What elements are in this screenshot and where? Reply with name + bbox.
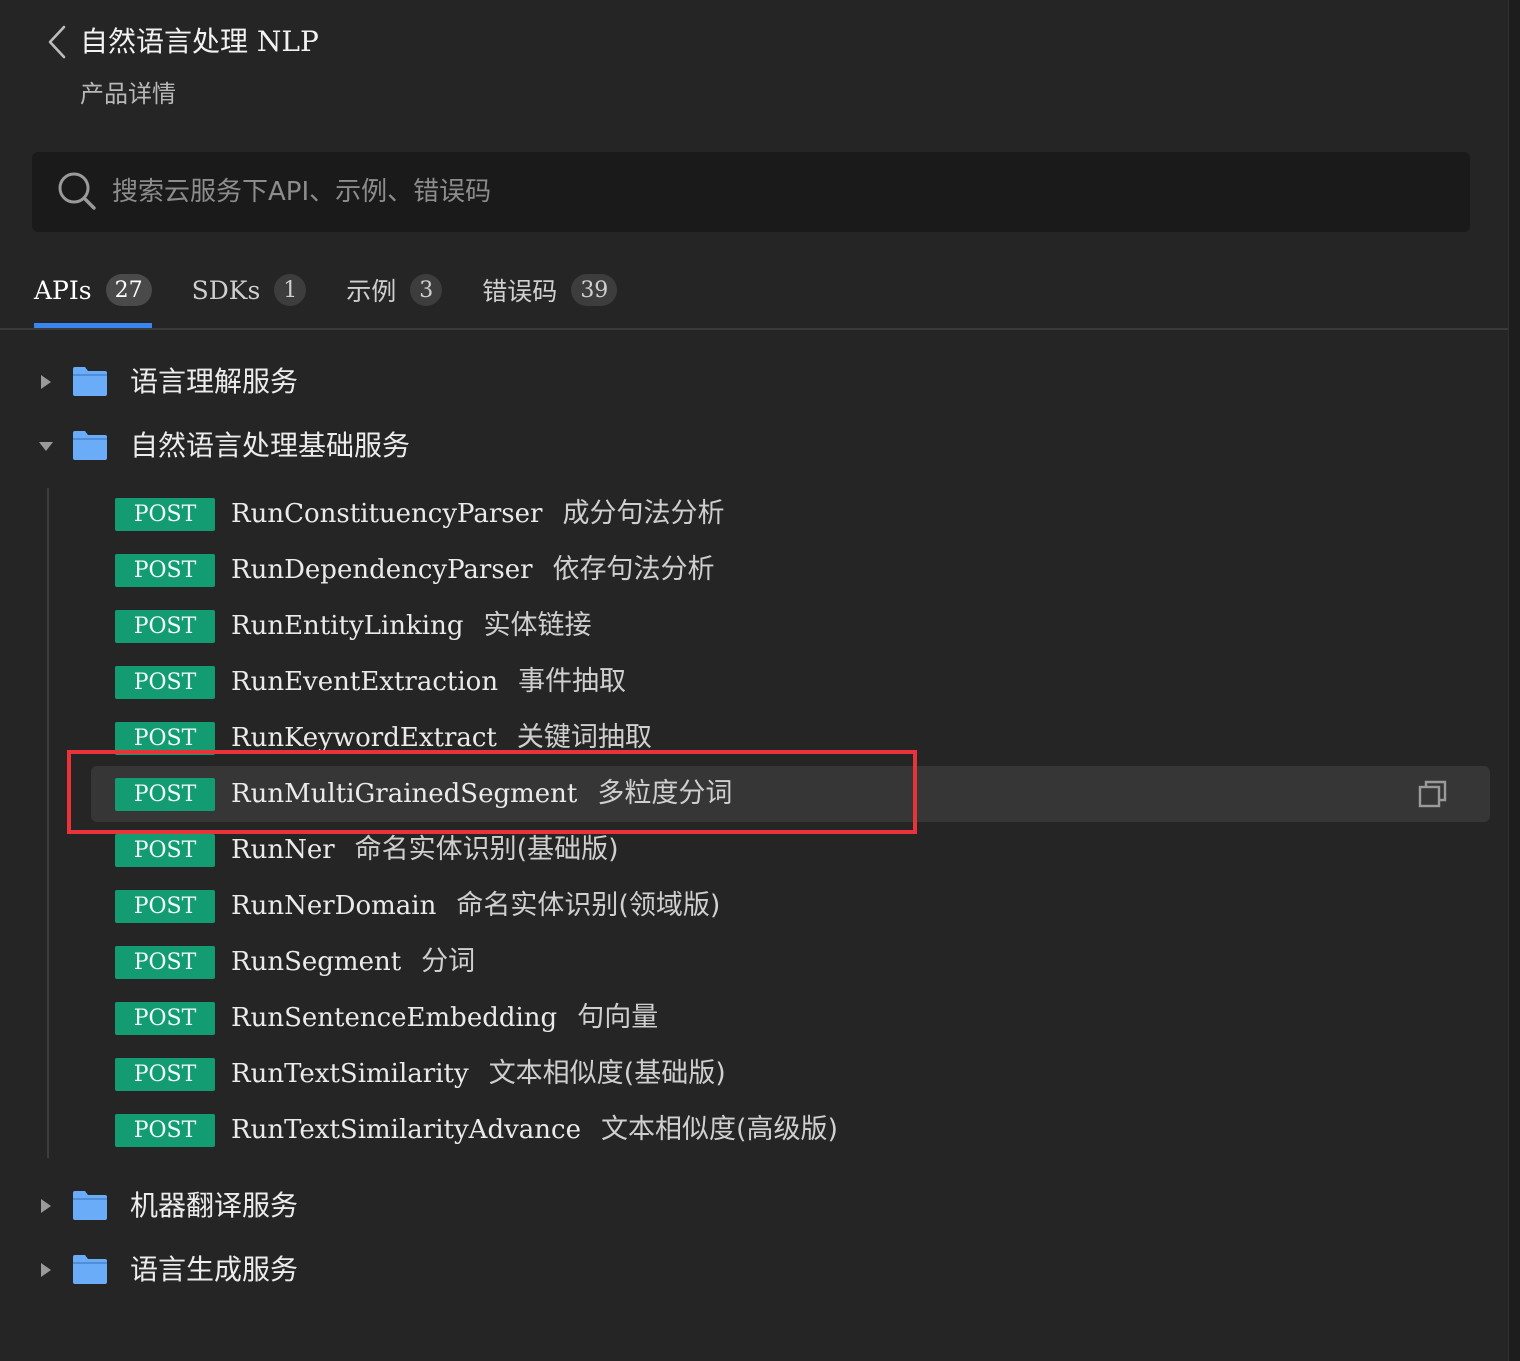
api-name: RunEntityLinking bbox=[231, 611, 464, 641]
search-bar bbox=[32, 152, 1470, 232]
api-item-run-sentence-embedding[interactable]: POST RunSentenceEmbedding 句向量 bbox=[91, 990, 1490, 1046]
method-badge: POST bbox=[115, 610, 215, 643]
api-description: 分词 bbox=[421, 946, 476, 977]
api-name: RunKeywordExtract bbox=[231, 723, 497, 753]
api-name: RunNerDomain bbox=[231, 891, 437, 921]
api-description: 句向量 bbox=[577, 1002, 659, 1033]
api-item-run-segment[interactable]: POST RunSegment 分词 bbox=[91, 934, 1490, 990]
tree-group-label: 语言理解服务 bbox=[130, 365, 299, 398]
page-subtitle: 产品详情 bbox=[80, 80, 176, 108]
api-description: 实体链接 bbox=[483, 610, 592, 641]
method-badge: POST bbox=[115, 834, 215, 867]
tree-group-label: 自然语言处理基础服务 bbox=[130, 429, 411, 462]
tree-group-language-understanding[interactable]: 语言理解服务 bbox=[0, 352, 1508, 412]
api-item-run-text-similarity-advance[interactable]: POST RunTextSimilarityAdvance 文本相似度(高级版) bbox=[91, 1102, 1490, 1158]
tree-group-label: 语言生成服务 bbox=[130, 1253, 299, 1286]
tab-error-codes[interactable]: 错误码 39 bbox=[482, 268, 618, 312]
tab-label: APIs bbox=[34, 275, 92, 305]
method-badge: POST bbox=[115, 666, 215, 699]
method-badge: POST bbox=[115, 554, 215, 587]
caret-down-icon[interactable] bbox=[36, 436, 56, 456]
api-name: RunSegment bbox=[231, 947, 402, 977]
api-name: RunTextSimilarity bbox=[231, 1059, 469, 1089]
back-button[interactable] bbox=[40, 22, 74, 62]
api-name: RunNer bbox=[231, 835, 335, 865]
tab-sdks[interactable]: SDKs 1 bbox=[192, 268, 307, 312]
tab-apis[interactable]: APIs 27 bbox=[34, 268, 152, 329]
search-input[interactable] bbox=[112, 152, 1442, 232]
api-item-run-text-similarity[interactable]: POST RunTextSimilarity 文本相似度(基础版) bbox=[91, 1046, 1490, 1102]
api-description: 文本相似度(基础版) bbox=[488, 1058, 726, 1089]
api-name: RunTextSimilarityAdvance bbox=[231, 1115, 581, 1145]
api-explorer-page: 自然语言处理 NLP 产品详情 APIs 27 SDKs 1 示例 3 错误码 … bbox=[0, 0, 1520, 1361]
api-name: RunMultiGrainedSegment bbox=[231, 779, 578, 809]
api-item-run-ner[interactable]: POST RunNer 命名实体识别(基础版) bbox=[91, 822, 1490, 878]
api-name: RunDependencyParser bbox=[231, 555, 533, 585]
folder-icon bbox=[73, 431, 107, 460]
tree-group-label: 机器翻译服务 bbox=[130, 1189, 299, 1222]
tab-label: 示例 bbox=[346, 277, 397, 306]
tab-bar: APIs 27 SDKs 1 示例 3 错误码 39 bbox=[34, 268, 657, 330]
tab-count-badge: 27 bbox=[105, 274, 152, 306]
method-badge: POST bbox=[115, 498, 215, 531]
api-item-run-multi-grained-segment[interactable]: POST RunMultiGrainedSegment 多粒度分词 bbox=[91, 766, 1490, 822]
method-badge: POST bbox=[115, 1002, 215, 1035]
tab-count-badge: 1 bbox=[274, 274, 307, 306]
api-description: 事件抽取 bbox=[518, 666, 627, 697]
page-title: 自然语言处理 NLP bbox=[80, 25, 319, 58]
tab-count-badge: 3 bbox=[410, 274, 443, 306]
method-badge: POST bbox=[115, 1114, 215, 1147]
api-description: 成分句法分析 bbox=[562, 498, 725, 529]
tree-indent-line bbox=[47, 488, 49, 1158]
method-badge: POST bbox=[115, 722, 215, 755]
api-item-run-event-extraction[interactable]: POST RunEventExtraction 事件抽取 bbox=[91, 654, 1490, 710]
api-item-run-keyword-extract[interactable]: POST RunKeywordExtract 关键词抽取 bbox=[91, 710, 1490, 766]
copy-icon[interactable] bbox=[1417, 778, 1449, 810]
method-badge: POST bbox=[115, 890, 215, 923]
tree-group-machine-translation[interactable]: 机器翻译服务 bbox=[0, 1176, 1508, 1236]
tree-group-language-generation[interactable]: 语言生成服务 bbox=[0, 1240, 1508, 1300]
api-item-run-ner-domain[interactable]: POST RunNerDomain 命名实体识别(领域版) bbox=[91, 878, 1490, 934]
tab-label: 错误码 bbox=[482, 277, 558, 306]
caret-right-icon[interactable] bbox=[36, 1260, 56, 1280]
tab-count-badge: 39 bbox=[571, 274, 618, 306]
tree-group-nlp-basic[interactable]: 自然语言处理基础服务 bbox=[0, 416, 1508, 476]
api-description: 多粒度分词 bbox=[597, 778, 733, 809]
api-item-run-entity-linking[interactable]: POST RunEntityLinking 实体链接 bbox=[91, 598, 1490, 654]
folder-icon bbox=[73, 367, 107, 396]
tab-examples[interactable]: 示例 3 bbox=[346, 268, 443, 312]
api-name: RunConstituencyParser bbox=[231, 499, 543, 529]
folder-icon bbox=[73, 1255, 107, 1284]
tabs-divider bbox=[0, 328, 1508, 330]
search-icon bbox=[58, 172, 96, 210]
api-description: 关键词抽取 bbox=[516, 722, 652, 753]
method-badge: POST bbox=[115, 946, 215, 979]
scrollbar-track[interactable] bbox=[1508, 0, 1520, 1361]
api-description: 命名实体识别(基础版) bbox=[354, 834, 619, 865]
api-description: 文本相似度(高级版) bbox=[600, 1114, 839, 1145]
method-badge: POST bbox=[115, 778, 215, 811]
tab-label: SDKs bbox=[191, 275, 261, 305]
api-name: RunEventExtraction bbox=[231, 667, 499, 697]
caret-right-icon[interactable] bbox=[36, 1196, 56, 1216]
api-description: 依存句法分析 bbox=[552, 554, 715, 585]
api-name: RunSentenceEmbedding bbox=[231, 1003, 558, 1033]
folder-icon bbox=[73, 1191, 107, 1220]
caret-right-icon[interactable] bbox=[36, 372, 56, 392]
api-description: 命名实体识别(领域版) bbox=[456, 890, 721, 921]
chevron-left-icon bbox=[48, 25, 66, 59]
api-item-run-constituency-parser[interactable]: POST RunConstituencyParser 成分句法分析 bbox=[91, 486, 1490, 542]
api-item-run-dependency-parser[interactable]: POST RunDependencyParser 依存句法分析 bbox=[91, 542, 1490, 598]
method-badge: POST bbox=[115, 1058, 215, 1091]
